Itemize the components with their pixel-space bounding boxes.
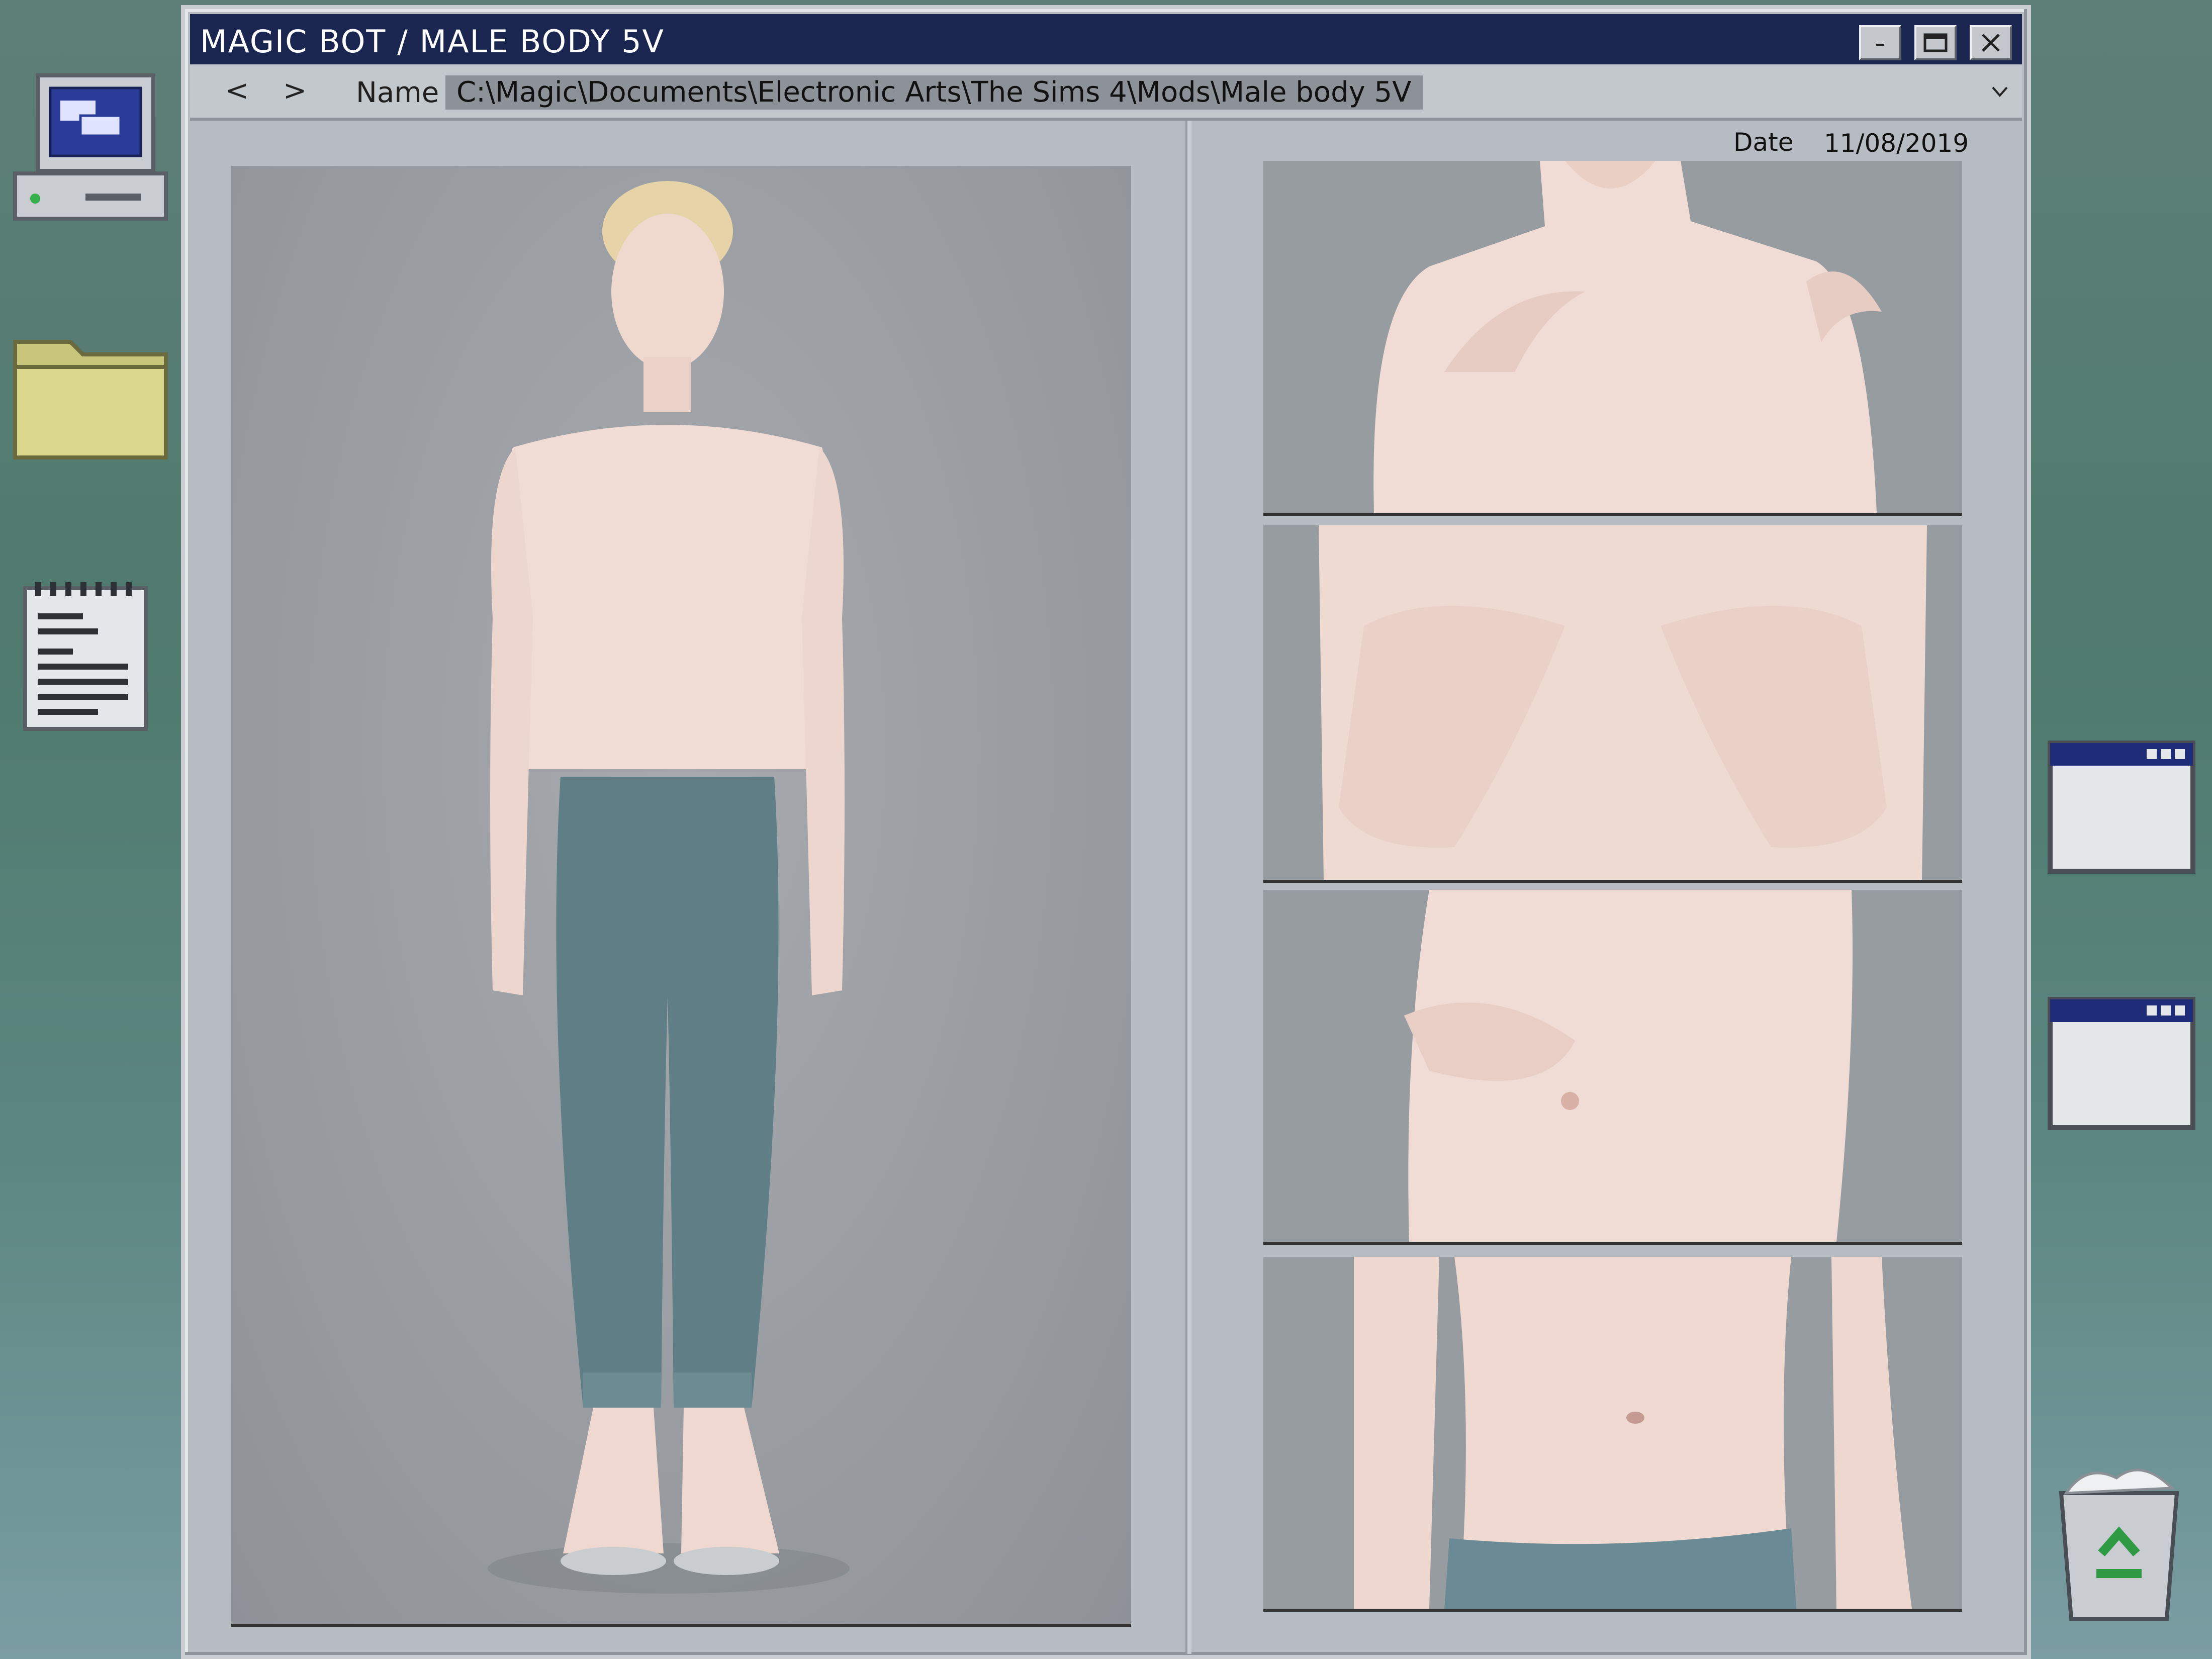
window-icon[interactable] <box>2046 995 2197 1134</box>
minimize-button[interactable] <box>1859 25 1901 60</box>
address-bar: < > Name C:\Magic\Documents\Electronic A… <box>190 65 2022 121</box>
window-title: MAGIC BOT / MALE BODY 5V <box>200 23 665 60</box>
name-label: Name <box>356 76 439 109</box>
detail-image-abs <box>1263 1257 1962 1612</box>
computer-icon[interactable] <box>10 65 171 231</box>
recycle-bin-icon[interactable] <box>2046 1458 2192 1624</box>
folder-icon[interactable] <box>10 332 171 468</box>
maximize-button[interactable] <box>1914 25 1957 60</box>
explorer-window: MAGIC BOT / MALE BODY 5V < > Name C:\Mag… <box>181 5 2031 1659</box>
forward-button[interactable]: > <box>283 74 307 107</box>
detail-image-chest-hands <box>1263 525 1962 883</box>
date-label: Date <box>1733 128 1794 157</box>
close-button[interactable] <box>1970 25 2012 60</box>
minimize-icon <box>1876 44 1884 46</box>
content-area: Date 11/08/2019 <box>190 121 2022 1654</box>
chevron-down-icon[interactable] <box>1989 80 2011 103</box>
full-body-image <box>231 166 1131 1627</box>
detail-image-shoulders <box>1263 161 1962 516</box>
date-value: 11/08/2019 <box>1824 129 1969 158</box>
pane-divider[interactable] <box>1185 121 1191 1654</box>
close-icon <box>1982 34 2000 52</box>
back-button[interactable]: < <box>225 74 249 107</box>
maximize-icon <box>1923 33 1948 52</box>
notepad-icon[interactable] <box>20 578 156 734</box>
window-icon[interactable] <box>2046 739 2197 877</box>
detail-image-pec-side <box>1263 890 1962 1245</box>
title-bar[interactable]: MAGIC BOT / MALE BODY 5V <box>190 14 2022 64</box>
path-field[interactable]: C:\Magic\Documents\Electronic Arts\The S… <box>445 75 1423 110</box>
